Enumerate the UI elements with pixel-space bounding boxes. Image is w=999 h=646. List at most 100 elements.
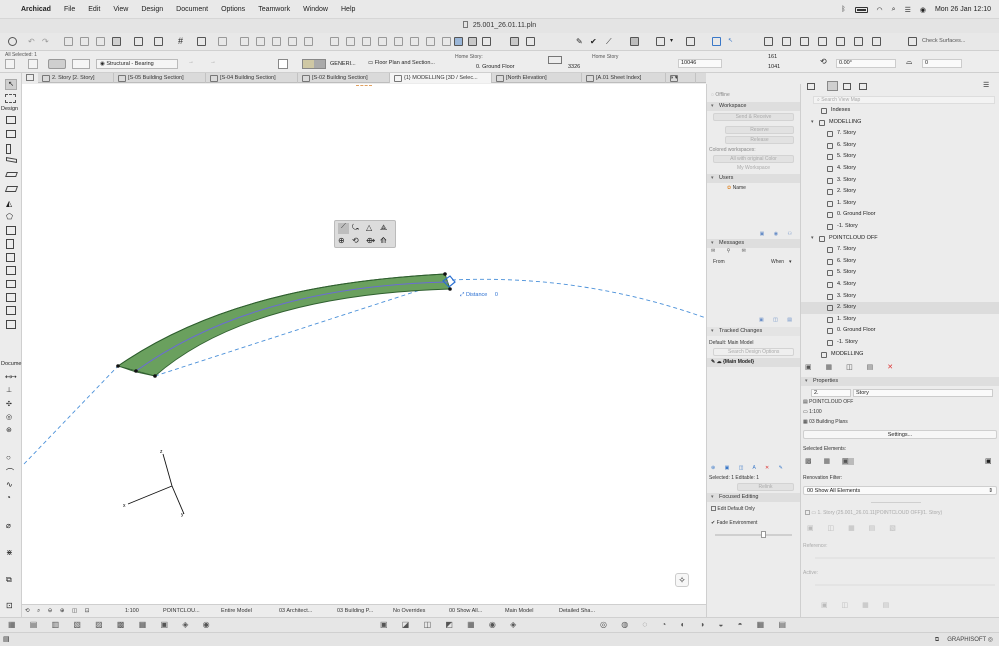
pet-offset-icon[interactable]: ⟁ [380, 223, 387, 233]
display-order-icon[interactable] [656, 37, 665, 46]
angle-field[interactable]: 0.00° [836, 59, 896, 68]
users-action-icons[interactable]: ▣ ◉ ⚇ [707, 231, 800, 237]
design-options-actions[interactable]: ⊕ ▣ ◫ A ✕ ✎ [707, 465, 800, 471]
reserve-button[interactable]: Reserve [725, 126, 794, 134]
battery-icon[interactable] [854, 6, 868, 13]
view-map-row[interactable]: Indexes [801, 105, 999, 117]
view-map-search[interactable]: ⌕ Search View Map [813, 96, 995, 104]
pet-move-node-icon[interactable]: ⟋ [338, 223, 349, 234]
properties-header[interactable]: Properties [801, 377, 999, 386]
main-model-row[interactable]: ✎ ☁ {Main Model} [707, 358, 800, 367]
view-map-row[interactable]: 7. Story [801, 128, 999, 140]
trim-icon[interactable] [218, 37, 227, 46]
panels-icon[interactable]: ⧉ [935, 637, 939, 643]
zone-tool-icon[interactable] [6, 306, 16, 315]
marquee-button[interactable] [28, 59, 38, 69]
edit-default-checkbox[interactable] [711, 506, 716, 511]
edit-default-only-row[interactable]: Edit Default Only [707, 502, 800, 517]
renovation-filter-dropdown[interactable]: 00 Show All Elements ⇕ [803, 486, 997, 495]
view-map-row[interactable]: MODELLING [801, 349, 999, 361]
view-map-row[interactable]: 5. Story [801, 267, 999, 279]
quick-layer[interactable]: POINTCLOU... [163, 608, 221, 614]
layer-settings-icon[interactable] [764, 37, 773, 46]
tab-s04-section[interactable]: [S-04 Building Section] [206, 73, 298, 83]
siri-icon[interactable]: ◉ [920, 6, 926, 14]
view-map-row[interactable]: 5. Story [801, 151, 999, 163]
3d-cutaway-icon[interactable] [482, 37, 491, 46]
select-arrow-button[interactable] [5, 59, 15, 69]
pet-rotate-icon[interactable]: ⟲ [352, 236, 359, 245]
view-map-row[interactable]: 4. Story [801, 163, 999, 175]
tracker-icon[interactable]: ✎ [576, 37, 585, 46]
renovation-icon[interactable] [630, 37, 639, 46]
control-center-icon[interactable]: ☰ [905, 6, 911, 14]
tracked-changes-header[interactable]: Tracked Changes [707, 327, 800, 336]
fillet-icon[interactable] [288, 37, 297, 46]
composite-dropdown[interactable]: GENERI... [330, 61, 356, 67]
snap-icon[interactable]: ✔ [590, 37, 599, 46]
text-tool-icon[interactable]: ✣ [6, 400, 12, 408]
menu-options[interactable]: Options [221, 6, 245, 13]
measure-icon[interactable] [526, 37, 535, 46]
undo-icon[interactable]: ↶ [28, 37, 37, 46]
view-map-row[interactable]: ▾ MODELLING [801, 117, 999, 129]
offset-icon[interactable] [304, 37, 313, 46]
relink-button[interactable]: Relink [737, 483, 794, 491]
view-map-row[interactable]: 2. Story [801, 302, 999, 314]
align-icon[interactable] [410, 37, 419, 46]
figure-tool-icon[interactable]: ◔ [6, 493, 11, 502]
tab-modelling-3d[interactable]: {1} MODELLING [3D / Selec... [390, 73, 492, 83]
pick-up-icon[interactable] [64, 37, 73, 46]
quick-renovation[interactable]: 00 Show All... [449, 608, 505, 614]
arrow-tool-icon[interactable]: ↖ [5, 79, 17, 90]
3d-view-icon[interactable] [454, 37, 463, 46]
mirror-icon[interactable] [442, 37, 451, 46]
geometry-method-icon[interactable] [48, 59, 66, 69]
tab-overflow-icon[interactable]: ◑ ▾ [666, 73, 696, 83]
dropdown-icon[interactable]: ▾ [670, 37, 679, 46]
group-icon[interactable] [330, 37, 339, 46]
adjust-icon[interactable] [256, 37, 265, 46]
quick-mvo[interactable]: 03 Architect... [279, 608, 337, 614]
view-map-row[interactable]: -1. Story [801, 221, 999, 233]
clock[interactable]: Mon 26 Jan 12:10 [935, 6, 991, 13]
status-icon-left[interactable]: ▤ [3, 635, 10, 643]
tab-s02-section[interactable]: [S-02 Building Section] [298, 73, 390, 83]
from-column[interactable]: From [713, 259, 725, 265]
project-map-icon[interactable] [807, 83, 815, 90]
view-grid-button[interactable] [26, 74, 34, 81]
curtain-wall-tool-icon[interactable] [6, 130, 16, 138]
selected-elements-options-icon[interactable]: ▣ [985, 457, 992, 465]
walk-icon[interactable] [712, 37, 721, 46]
spline-tool-icon[interactable]: ∿ [6, 480, 13, 489]
tab-sheet-index[interactable]: [A.01 Sheet Index] [582, 73, 666, 83]
lock-icon[interactable] [378, 37, 387, 46]
surfaces-icon[interactable] [836, 37, 845, 46]
search-icon[interactable]: ⌕ [892, 6, 896, 14]
marquee-3d-icon[interactable] [510, 37, 519, 46]
marquee-tool-icon[interactable] [5, 94, 16, 103]
graphic-overrides-icon[interactable] [782, 37, 791, 46]
label-tool-icon[interactable] [686, 37, 695, 46]
magic-wand-icon[interactable] [96, 37, 105, 46]
profiles-icon[interactable] [872, 37, 881, 46]
properties-model-view[interactable]: ▦ 03 Building Plans [803, 419, 848, 425]
structure-dropdown[interactable]: ◉ Structural - Bearing [96, 59, 178, 69]
intersect-icon[interactable] [272, 37, 281, 46]
view-map-row[interactable]: 6. Story [801, 140, 999, 152]
label-tool-icon[interactable]: ◎ [6, 413, 12, 421]
menu-file[interactable]: File [64, 6, 75, 13]
message-action-icons[interactable]: ▣ ◫ ▤ [707, 317, 800, 323]
home-story-short[interactable]: Home Story [592, 54, 618, 60]
pet-curve-icon[interactable]: ⤿ [352, 223, 359, 233]
redo-icon[interactable]: ↷ [42, 37, 51, 46]
railing-tool-icon[interactable] [6, 280, 16, 288]
menu-window[interactable]: Window [303, 6, 328, 13]
pen-tool-icon[interactable] [112, 37, 121, 46]
quick-main-model[interactable]: Main Model [505, 608, 559, 614]
hash-grid-icon[interactable]: # [178, 37, 187, 46]
tab-2-story[interactable]: 2. Story [2. Story] [38, 73, 114, 83]
window-tool-icon[interactable] [6, 253, 15, 262]
menu-edit[interactable]: Edit [88, 6, 100, 13]
orbit-icon[interactable]: ↖ [728, 37, 737, 46]
